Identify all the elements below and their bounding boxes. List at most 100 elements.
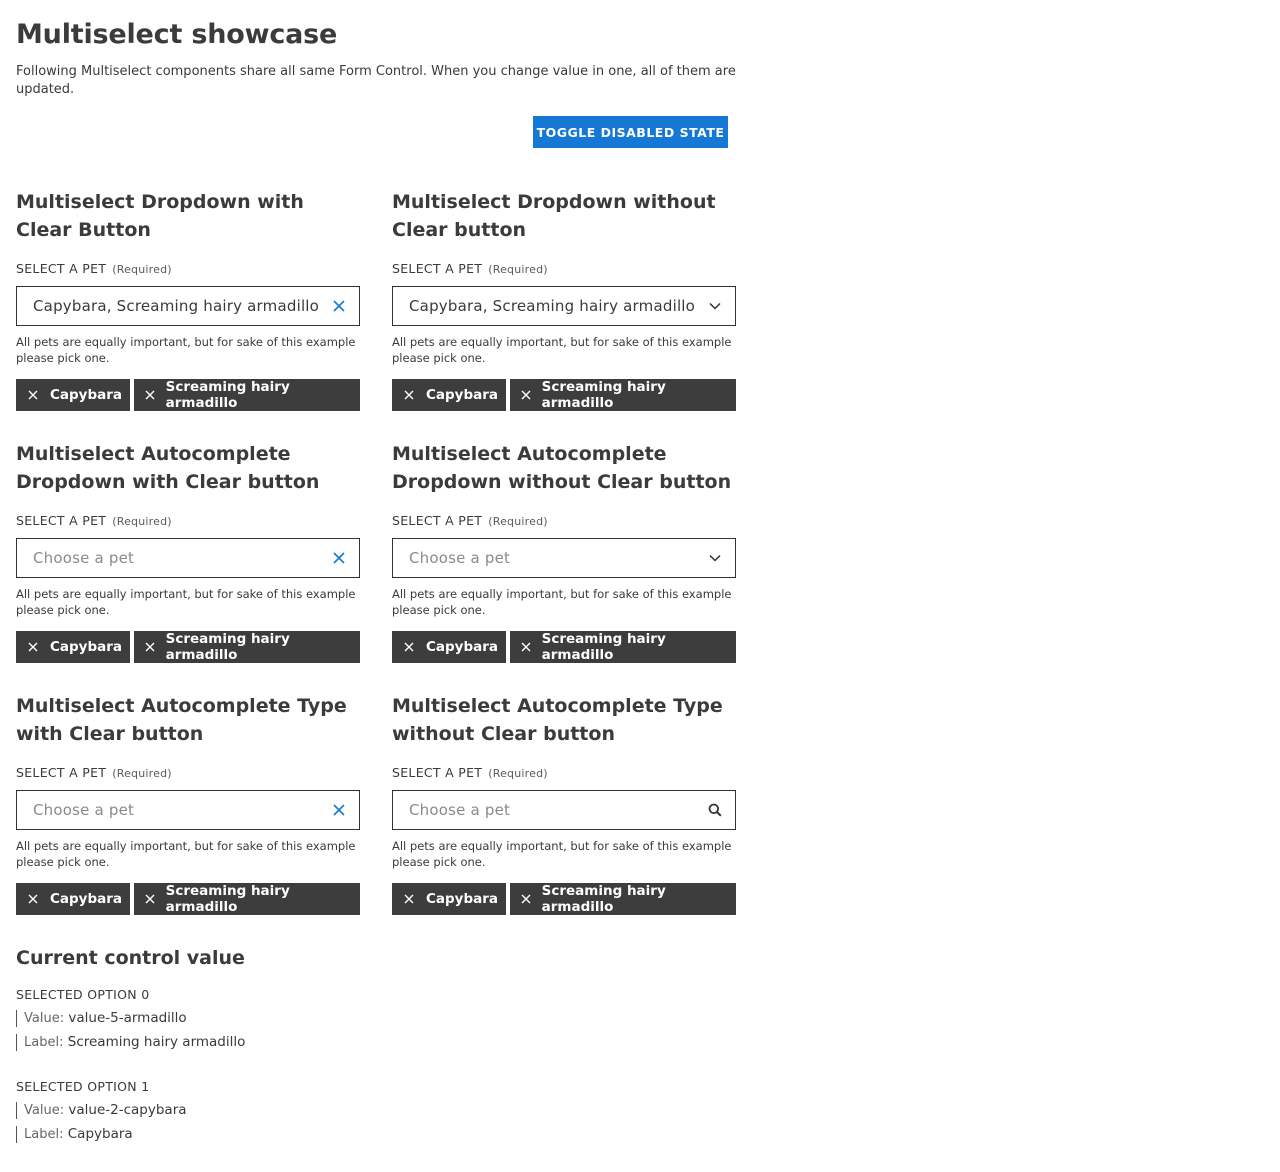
chip-label: Screaming hairy armadillo bbox=[165, 883, 290, 915]
chip-label: Capybara bbox=[426, 387, 499, 403]
multiselect-field[interactable]: Choose a pet bbox=[392, 790, 736, 830]
current-value-title: Current control value bbox=[16, 947, 245, 969]
field-label: SELECT A PET (Required) bbox=[16, 261, 360, 277]
help-text: All pets are equally important, but for … bbox=[392, 587, 732, 617]
demo-autocomplete-type-no-clear: Multiselect Autocomplete Type without Cl… bbox=[392, 692, 736, 915]
chip-label: Capybara bbox=[50, 387, 123, 403]
multiselect-field[interactable]: Choose a pet bbox=[392, 538, 736, 578]
intro-text: Following Multiselect components share a… bbox=[16, 64, 736, 97]
chip-list: Capybara Screaming hairy armadillo bbox=[16, 631, 360, 663]
field-label: SELECT A PET (Required) bbox=[16, 513, 360, 529]
label-key: Label: bbox=[24, 1127, 64, 1142]
chip-label: Capybara bbox=[426, 639, 499, 655]
help-text: All pets are equally important, but for … bbox=[16, 335, 356, 365]
chip[interactable]: Screaming hairy armadillo bbox=[134, 379, 360, 411]
option-label: Screaming hairy armadillo bbox=[67, 1034, 246, 1050]
remove-icon[interactable] bbox=[510, 642, 542, 652]
required-marker: (Required) bbox=[112, 767, 172, 780]
remove-icon[interactable] bbox=[134, 642, 166, 652]
field-label-text: SELECT A PET bbox=[392, 765, 483, 780]
help-text: All pets are equally important, but for … bbox=[392, 335, 732, 365]
chevron-down-icon[interactable] bbox=[707, 550, 723, 566]
multiselect-field[interactable]: Choose a pet bbox=[16, 790, 360, 830]
demo-dropdown-no-clear: Multiselect Dropdown without Clear butto… bbox=[392, 188, 736, 411]
chip[interactable]: Screaming hairy armadillo bbox=[510, 631, 736, 663]
demo-title: Multiselect Autocomplete Dropdown withou… bbox=[392, 443, 732, 493]
current-value-section: Current control value SELECTED OPTION 0 … bbox=[16, 944, 416, 1143]
value-key: Value: bbox=[24, 1103, 65, 1118]
remove-icon[interactable] bbox=[510, 894, 542, 904]
field-placeholder: Choose a pet bbox=[409, 549, 511, 567]
remove-icon[interactable] bbox=[134, 390, 166, 400]
option-value: value-5-armadillo bbox=[68, 1010, 187, 1026]
chip[interactable]: Screaming hairy armadillo bbox=[134, 883, 360, 915]
chip-label: Screaming hairy armadillo bbox=[165, 379, 290, 411]
chip-list: Capybara Screaming hairy armadillo bbox=[392, 883, 736, 915]
demo-title: Multiselect Autocomplete Type with Clear… bbox=[16, 695, 347, 745]
help-text: All pets are equally important, but for … bbox=[16, 587, 356, 617]
field-label: SELECT A PET (Required) bbox=[392, 513, 736, 529]
chevron-down-icon[interactable] bbox=[707, 298, 723, 314]
field-label-text: SELECT A PET bbox=[16, 765, 107, 780]
field-label-text: SELECT A PET bbox=[392, 513, 483, 528]
chip-label: Capybara bbox=[50, 891, 123, 907]
chip[interactable]: Capybara bbox=[392, 631, 507, 663]
option-value-row: Value: value-2-capybara bbox=[16, 1102, 416, 1119]
page-title: Multiselect showcase bbox=[16, 19, 338, 50]
clear-icon[interactable] bbox=[331, 802, 347, 818]
demo-autocomplete-type-clear: Multiselect Autocomplete Type with Clear… bbox=[16, 692, 360, 915]
clear-icon[interactable] bbox=[331, 550, 347, 566]
chip[interactable]: Screaming hairy armadillo bbox=[510, 883, 736, 915]
field-label: SELECT A PET (Required) bbox=[16, 765, 360, 781]
chip-label: Capybara bbox=[50, 639, 123, 655]
demo-title: Multiselect Dropdown with Clear Button bbox=[16, 191, 304, 241]
field-placeholder: Choose a pet bbox=[33, 549, 135, 567]
chip[interactable]: Capybara bbox=[392, 883, 507, 915]
required-marker: (Required) bbox=[112, 263, 172, 276]
remove-icon[interactable] bbox=[392, 642, 426, 652]
chip[interactable]: Capybara bbox=[16, 379, 131, 411]
chip-list: Capybara Screaming hairy armadillo bbox=[16, 883, 360, 915]
option-value: value-2-capybara bbox=[68, 1102, 187, 1118]
remove-icon[interactable] bbox=[16, 390, 50, 400]
demo-title: Multiselect Autocomplete Type without Cl… bbox=[392, 695, 723, 745]
page: Multiselect showcase Following Multisele… bbox=[0, 0, 1280, 1143]
field-label-text: SELECT A PET bbox=[392, 261, 483, 276]
chip[interactable]: Screaming hairy armadillo bbox=[510, 379, 736, 411]
chip[interactable]: Capybara bbox=[392, 379, 507, 411]
option-label-row: Label: Screaming hairy armadillo bbox=[16, 1034, 416, 1051]
multiselect-field[interactable]: Capybara, Screaming hairy armadillo bbox=[16, 286, 360, 326]
remove-icon[interactable] bbox=[134, 894, 166, 904]
chip-label: Capybara bbox=[426, 891, 499, 907]
multiselect-field[interactable]: Capybara, Screaming hairy armadillo bbox=[392, 286, 736, 326]
chip-label: Screaming hairy armadillo bbox=[541, 883, 666, 915]
chip[interactable]: Screaming hairy armadillo bbox=[134, 631, 360, 663]
multiselect-field[interactable]: Choose a pet bbox=[16, 538, 360, 578]
required-marker: (Required) bbox=[488, 767, 548, 780]
remove-icon[interactable] bbox=[392, 894, 426, 904]
option-value-row: Value: value-5-armadillo bbox=[16, 1010, 416, 1027]
remove-icon[interactable] bbox=[16, 894, 50, 904]
required-marker: (Required) bbox=[112, 515, 172, 528]
selected-option-heading: SELECTED OPTION 1 bbox=[16, 1079, 150, 1094]
remove-icon[interactable] bbox=[510, 390, 542, 400]
chip-label: Screaming hairy armadillo bbox=[541, 631, 666, 663]
label-key: Label: bbox=[24, 1035, 64, 1050]
chip[interactable]: Capybara bbox=[16, 883, 131, 915]
chip-list: Capybara Screaming hairy armadillo bbox=[392, 631, 736, 663]
help-text: All pets are equally important, but for … bbox=[392, 839, 732, 869]
chip[interactable]: Capybara bbox=[16, 631, 131, 663]
remove-icon[interactable] bbox=[16, 642, 50, 652]
search-icon[interactable] bbox=[707, 802, 723, 818]
help-text: All pets are equally important, but for … bbox=[16, 839, 356, 869]
field-value: Capybara, Screaming hairy armadillo bbox=[409, 297, 696, 315]
field-placeholder: Choose a pet bbox=[409, 801, 511, 819]
toggle-disabled-button[interactable]: TOGGLE DISABLED STATE bbox=[533, 116, 728, 148]
clear-icon[interactable] bbox=[331, 298, 347, 314]
chip-list: Capybara Screaming hairy armadillo bbox=[392, 379, 736, 411]
chip-list: Capybara Screaming hairy armadillo bbox=[16, 379, 360, 411]
demo-dropdown-clear: Multiselect Dropdown with Clear Button S… bbox=[16, 188, 360, 411]
field-label: SELECT A PET (Required) bbox=[392, 765, 736, 781]
demo-title: Multiselect Autocomplete Dropdown with C… bbox=[16, 443, 320, 493]
remove-icon[interactable] bbox=[392, 390, 426, 400]
